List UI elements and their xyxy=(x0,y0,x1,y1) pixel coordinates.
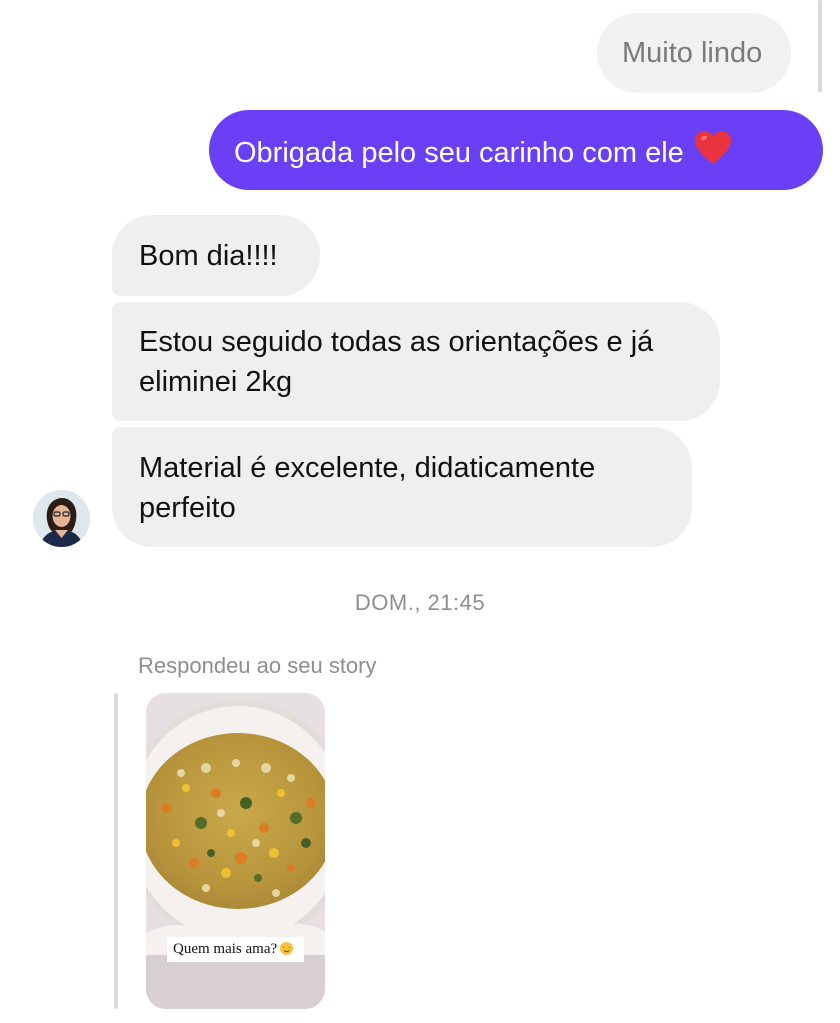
story-reply-caption: Respondeu ao seu story xyxy=(138,653,377,678)
story-sticker-text: Quem mais ama? xyxy=(173,941,278,957)
story-sticker: Quem mais ama? xyxy=(167,937,304,962)
sent-message-text: Obrigada pelo seu carinho com ele xyxy=(234,137,684,169)
received-message-bubble[interactable]: Estou seguido todas as orientações e já … xyxy=(112,302,720,421)
sent-message-bubble[interactable]: Obrigada pelo seu carinho com ele xyxy=(209,110,823,190)
received-message-text: Material é excelente, didaticamente perf… xyxy=(139,452,596,524)
received-message-bubble[interactable]: Material é excelente, didaticamente perf… xyxy=(112,427,692,547)
received-message-bubble[interactable]: Bom dia!!!! xyxy=(112,215,320,296)
heart-icon xyxy=(694,130,732,177)
quoted-message-text: Muito lindo xyxy=(622,37,763,69)
user-avatar-icon xyxy=(33,490,90,547)
sender-avatar[interactable] xyxy=(33,490,90,547)
reply-quote-bar xyxy=(818,0,822,92)
quoted-message-bubble[interactable]: Muito lindo xyxy=(597,13,791,93)
message-timestamp: DOM., 21:45 xyxy=(354,590,486,615)
received-message-text: Bom dia!!!! xyxy=(139,240,278,272)
received-message-text: Estou seguido todas as orientações e já … xyxy=(139,326,654,398)
heart-eyes-emoji-icon xyxy=(280,942,294,955)
story-quote-bar xyxy=(114,693,118,1009)
